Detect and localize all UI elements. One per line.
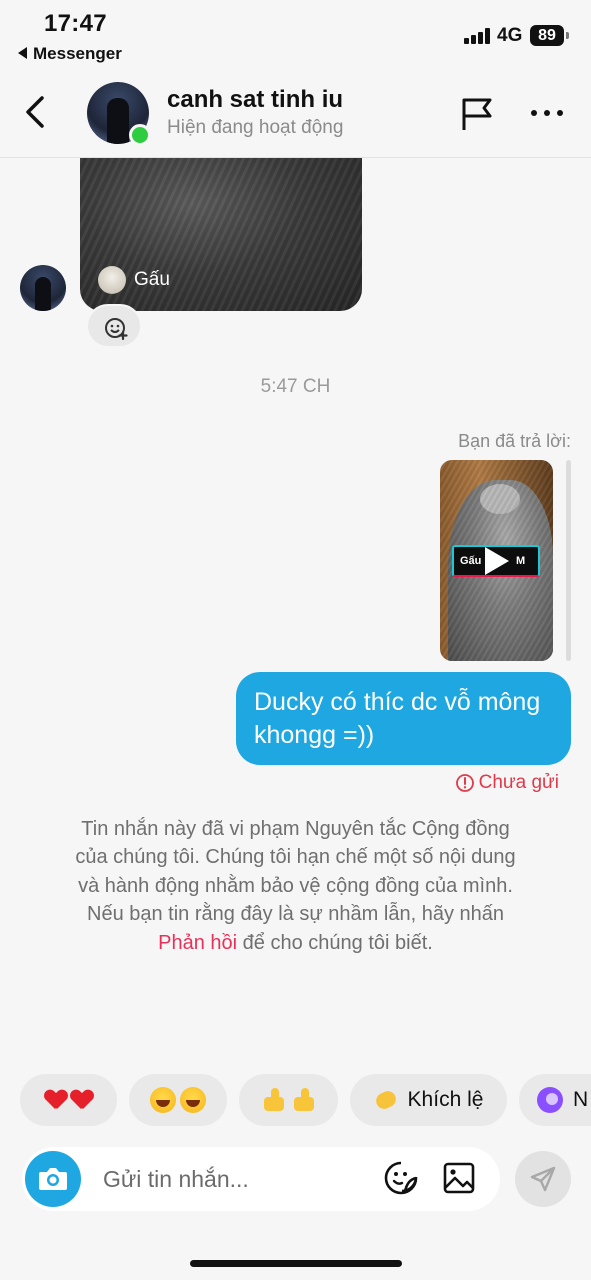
- camera-button[interactable]: [25, 1151, 81, 1207]
- story-thumbnail: [98, 266, 126, 294]
- quick-reply-laugh[interactable]: [129, 1074, 227, 1126]
- quick-reply-thumbs[interactable]: [239, 1074, 338, 1126]
- more-button[interactable]: [528, 100, 568, 128]
- heart-icon: [45, 1090, 67, 1110]
- send-icon: [530, 1166, 556, 1192]
- back-arrow-icon: [26, 96, 44, 128]
- laughing-emoji-icon: [180, 1087, 206, 1113]
- unsent-status[interactable]: Chưa gửi: [455, 772, 559, 794]
- sticker-icon: [384, 1161, 418, 1195]
- back-app-label: Messenger: [33, 44, 122, 63]
- sender-avatar[interactable]: [20, 265, 66, 311]
- quick-reply-more[interactable]: N: [519, 1074, 591, 1126]
- violation-text: Tin nhắn này đã vi phạm Nguyên tắc Cộng …: [75, 818, 516, 926]
- online-indicator: [129, 124, 151, 146]
- quick-reply-encourage[interactable]: Khích lệ: [350, 1074, 507, 1126]
- message-input[interactable]: [103, 1161, 373, 1197]
- heart-icon: [71, 1090, 93, 1110]
- back-triangle-icon: [18, 47, 27, 59]
- outgoing-message-bubble[interactable]: Ducky có thíc dc vỗ mông khongg =)): [236, 672, 571, 765]
- clap-icon: [374, 1088, 400, 1112]
- unsent-label: Chưa gửi: [478, 772, 559, 793]
- back-to-app-link[interactable]: Messenger: [18, 44, 122, 64]
- video-tag-text: Gấu: [460, 555, 482, 567]
- purple-bubble-icon: [537, 1087, 563, 1113]
- feedback-link[interactable]: Phản hồi: [158, 932, 237, 954]
- status-bar: 17:47 Messenger 4G 89: [0, 0, 591, 70]
- network-type: 4G: [497, 25, 523, 46]
- laughing-emoji-icon: [150, 1087, 176, 1113]
- home-indicator[interactable]: [190, 1260, 402, 1267]
- add-reaction-icon: [105, 318, 128, 340]
- gallery-button[interactable]: [441, 1160, 477, 1196]
- sticker-button[interactable]: [383, 1160, 419, 1196]
- image-gallery-icon: [443, 1162, 475, 1194]
- flag-icon: [462, 98, 492, 130]
- report-button[interactable]: [458, 94, 498, 134]
- story-tag[interactable]: Gấu: [98, 266, 170, 294]
- back-button[interactable]: [20, 92, 56, 132]
- more-icon: [531, 110, 537, 116]
- signal-icon: [464, 28, 490, 44]
- replied-label: Bạn đã trả lời:: [458, 431, 571, 451]
- quick-reply-encourage-label: Khích lệ: [407, 1088, 484, 1111]
- video-tag-suffix: M: [516, 555, 526, 567]
- clock: 17:47: [44, 10, 107, 37]
- message-timestamp: 5:47 CH: [260, 376, 331, 397]
- add-reaction-button[interactable]: [86, 304, 142, 348]
- contact-name[interactable]: canh sat tinh iu: [167, 86, 343, 114]
- chat-header: canh sat tinh iu Hiện đang hoạt động: [0, 70, 591, 158]
- send-button[interactable]: [515, 1151, 571, 1207]
- thumbs-up-icon: [262, 1087, 286, 1113]
- quick-reply-row: Khích lệ N: [0, 1074, 591, 1126]
- error-icon: [455, 774, 474, 792]
- contact-status: Hiện đang hoạt động: [167, 117, 344, 138]
- story-label: Gấu: [134, 269, 170, 290]
- violation-notice: Tin nhắn này đã vi phạm Nguyên tắc Cộng …: [72, 815, 519, 957]
- quick-reply-more-label: N: [573, 1088, 589, 1111]
- scrollbar[interactable]: [566, 460, 571, 661]
- battery-icon: 89: [530, 25, 569, 46]
- thumbs-up-icon: [292, 1087, 316, 1113]
- play-icon[interactable]: [485, 547, 509, 575]
- quick-reply-hearts[interactable]: [20, 1074, 117, 1126]
- violation-text-end: để cho chúng tôi biết.: [237, 931, 433, 954]
- camera-icon: [39, 1168, 67, 1190]
